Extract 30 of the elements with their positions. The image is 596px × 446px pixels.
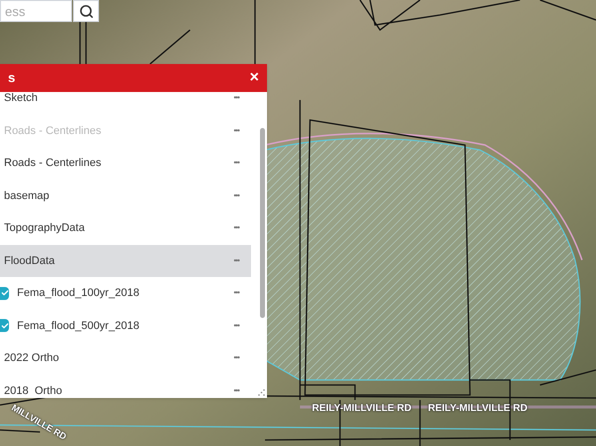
layer-name: Fema_flood_500yr_2018	[17, 318, 140, 334]
layer-name: Roads - Centerlines	[3, 124, 102, 138]
layer-name: 2022 Ortho	[3, 351, 60, 366]
search-button[interactable]	[73, 0, 99, 22]
layer-name: Fema_flood_100yr_2018	[17, 286, 140, 301]
layer-name: TopographyData	[3, 221, 85, 236]
layer-checkbox[interactable]	[0, 286, 9, 300]
more-options-button[interactable]: •••	[234, 384, 239, 397]
more-options-button[interactable]: •••	[234, 320, 239, 332]
layer-name: Roads - Centerlines	[3, 156, 102, 171]
layer-name: 2018 Ortho	[3, 384, 62, 398]
layer-checkbox[interactable]	[0, 319, 9, 332]
scrollbar-thumb[interactable]	[260, 128, 265, 318]
more-options-button[interactable]: •••	[234, 352, 239, 364]
more-options-button[interactable]: •••	[234, 254, 239, 267]
more-options-button[interactable]: •••	[234, 222, 239, 234]
more-options-button[interactable]: •••	[234, 92, 239, 104]
layer-name: Sketch	[3, 92, 38, 106]
more-options-button[interactable]: •••	[234, 287, 239, 300]
layer-row[interactable]: FloodData •••	[0, 244, 251, 277]
layer-name: FloodData	[3, 254, 55, 268]
layer-name: basemap	[3, 188, 50, 204]
more-options-button[interactable]: •••	[234, 157, 239, 170]
resize-handle-icon[interactable]	[258, 389, 265, 396]
search-icon	[78, 4, 94, 18]
close-button[interactable]: ×	[250, 70, 259, 86]
layer-row[interactable]: 2018 Ortho •••	[0, 374, 251, 398]
search-field[interactable]: ess	[0, 0, 72, 22]
panel-title: s	[8, 69, 16, 88]
more-options-button[interactable]: •••	[234, 190, 239, 202]
